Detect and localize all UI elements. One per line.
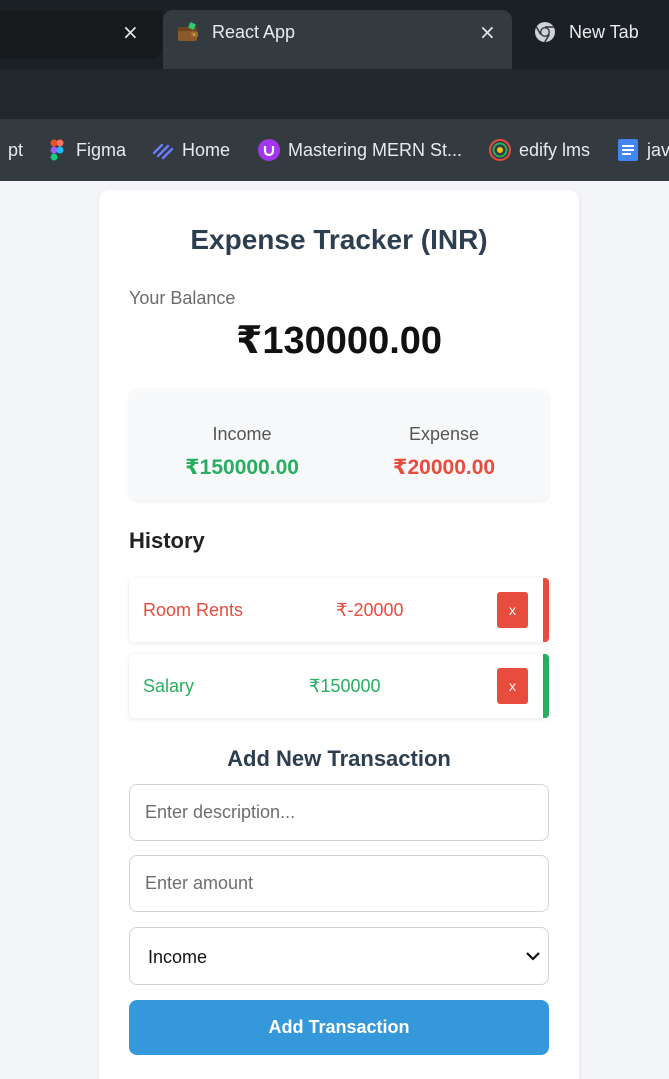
tab-title: React App (212, 22, 296, 42)
transaction-amount: ₹150000 (309, 676, 381, 696)
delete-transaction-button[interactable]: x (497, 668, 528, 704)
page-title: Expense Tracker (INR) (190, 224, 488, 255)
close-tab-icon[interactable]: × (122, 22, 139, 42)
bookmark-label: edify lms (519, 140, 591, 160)
expense-summary: Expense ₹20000.00 (339, 390, 549, 500)
browser-tab-react-app[interactable]: React App × (163, 10, 512, 69)
close-tab-icon[interactable]: × (479, 22, 496, 42)
browser-tab-new-tab[interactable]: New Tab (520, 10, 669, 59)
transaction-type-value: Income (148, 947, 208, 967)
transaction-type-select[interactable]: Income (129, 927, 549, 985)
income-expense-summary: Income ₹150000.00 Expense ₹20000.00 (129, 390, 549, 500)
income-label: Income (212, 424, 272, 444)
add-transaction-button[interactable]: Add Transaction (129, 1000, 549, 1055)
transaction-description: Salary (143, 676, 195, 696)
docs-icon (618, 139, 638, 161)
add-transaction-title: Add New Transaction (227, 746, 451, 771)
delete-transaction-button[interactable]: x (497, 592, 528, 628)
browser-tab-strip: × React App × New Tab (0, 0, 669, 69)
income-indicator-bar (543, 654, 549, 718)
history-title: History (129, 528, 205, 553)
bookmark-label: pt (8, 140, 24, 160)
address-bar[interactable] (0, 69, 669, 119)
udemy-icon (258, 139, 280, 161)
balance-value: ₹130000.00 (235, 320, 443, 362)
bookmark-label: Home (182, 140, 231, 160)
tab-title: New Tab (569, 22, 639, 42)
transaction-item-expense: Room Rents ₹-20000 x (129, 578, 549, 642)
transaction-item-income: Salary ₹150000 x (129, 654, 549, 718)
amount-input[interactable] (129, 855, 549, 912)
transaction-description: Room Rents (143, 600, 244, 620)
figma-icon (50, 139, 64, 161)
expense-tracker-card: Expense Tracker (INR) Your Balance ₹1300… (99, 190, 579, 1079)
edify-icon (489, 139, 511, 161)
browser-tab-previous[interactable]: × (0, 10, 162, 59)
wallet-favicon-icon (178, 22, 198, 41)
bookmark-label: jav (647, 140, 669, 160)
chevron-down-icon (526, 952, 540, 961)
transaction-amount: ₹-20000 (336, 600, 404, 620)
bookmark-label: Mastering MERN St... (288, 140, 463, 160)
income-summary: Income ₹150000.00 (146, 390, 338, 500)
expense-label: Expense (408, 424, 480, 444)
income-value: ₹150000.00 (185, 456, 299, 479)
chrome-icon (535, 22, 555, 43)
expense-indicator-bar (543, 578, 549, 642)
bookmark-label: Figma (76, 140, 127, 160)
bookmarks-bar: pt Figma Home Mastering MERN St... edify… (0, 119, 669, 181)
description-input[interactable] (129, 784, 549, 841)
expense-value: ₹20000.00 (392, 456, 496, 479)
balance-label: Your Balance (129, 288, 236, 308)
home-webflow-icon (152, 143, 174, 160)
